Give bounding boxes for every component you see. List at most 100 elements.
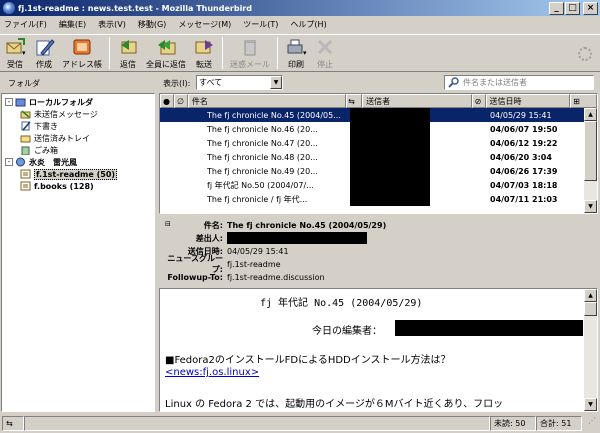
tree-item-newsgroup-1st-readme[interactable]: f.1st-readme (50) <box>2 168 154 180</box>
throbber-icon <box>578 47 592 61</box>
minimize-button[interactable]: _ <box>549 1 564 15</box>
redacted-from[interactable] <box>227 232 367 244</box>
tree-item-unsent[interactable]: 未送信メッセージ <box>2 108 154 120</box>
sender-column-header[interactable]: 送信者 <box>362 94 472 108</box>
svg-text:▾: ▾ <box>303 49 307 57</box>
total-count: 合計: 51 <box>536 415 582 431</box>
stop-icon <box>314 37 336 57</box>
scroll-up-icon[interactable]: ▲ <box>584 289 597 302</box>
thread-pane: ● ∅ 件名 ⇆ 送信者 ⊘ 送信日時 ⊞ The fj chronicle N… <box>159 93 598 214</box>
body-link[interactable]: <news:fj.os.linux> <box>165 367 259 378</box>
thread-scrollbar[interactable]: ▲ ▼ <box>584 108 597 213</box>
tree-item-drafts[interactable]: 下書き <box>2 120 154 132</box>
tree-item-news-server[interactable]: - 氷炎 雷光風 <box>2 156 154 168</box>
message-body: fj 年代記 No.45 (2004/05/29) 今日の編集者： ■Fedor… <box>159 288 598 412</box>
thread-column-toggle[interactable]: ● <box>160 94 174 108</box>
menu-bar: ファイル(F) 編集(E) 表示(V) 移動(G) メッセージ(M) ツール(T… <box>0 16 600 33</box>
scroll-thumb[interactable] <box>584 121 597 181</box>
chevron-down-icon[interactable]: ▼ <box>270 76 282 89</box>
read-column-icon[interactable]: ⇆ <box>346 94 363 108</box>
body-text: Linux の Fedora 2 では、起動用のイメージが６Mバイト近くあり、フ… <box>165 399 504 410</box>
get-mail-button[interactable]: ▾ 受信 <box>4 35 26 71</box>
close-button[interactable]: × <box>583 1 598 15</box>
junk-icon <box>239 37 261 57</box>
collapse-icon[interactable]: - <box>5 158 13 166</box>
tree-item-newsgroup-books[interactable]: f.books (128) <box>2 180 154 192</box>
redacted-sender <box>350 150 430 164</box>
address-book-button[interactable]: アドレス帳 <box>62 35 102 71</box>
attachment-column-icon[interactable]: ∅ <box>173 94 188 108</box>
body-scrollbar[interactable]: ▲ ▼ <box>584 289 597 411</box>
print-button[interactable]: ▾ 印刷 <box>285 35 307 71</box>
online-status-icon[interactable]: ⇆ <box>2 415 24 431</box>
header-toggle-icon[interactable]: ⊟ <box>165 220 171 228</box>
reply-button[interactable]: 返信 <box>117 35 139 71</box>
body-heading: ■Fedora2のインストールFDによるHDDインストール方法は？ <box>165 355 451 366</box>
redacted-sender <box>350 178 430 192</box>
message-header: ⊟ 件名: The fj chronicle No.45 (2004/05/29… <box>159 218 598 286</box>
header-newsgroups[interactable]: fj.1st-readme <box>227 260 281 269</box>
redacted-editor <box>395 320 583 336</box>
collapse-icon[interactable]: - <box>5 98 13 106</box>
thread-row[interactable]: The fj chronicle / fj 年代... 04/07/11 21:… <box>160 192 597 206</box>
menu-file[interactable]: ファイル(F) <box>4 19 47 30</box>
unread-count: 未読: 50 <box>490 415 536 431</box>
stop-button[interactable]: 停止 <box>314 35 336 71</box>
maximize-button[interactable]: □ <box>565 1 580 15</box>
thread-row[interactable]: The fj chronicle No.46 (20... 04/06/07 1… <box>160 122 597 136</box>
body-editor-label: 今日の編集者： <box>312 326 382 337</box>
scroll-down-icon[interactable]: ▼ <box>584 398 597 411</box>
title-bar: fj.1st-readme : news.test.test - Mozilla… <box>0 0 600 16</box>
tree-item-trash[interactable]: ごみ箱 <box>2 144 154 156</box>
main-toolbar: ▾ 受信 作成 アドレス帳 返信 全員に返信 転送 迷惑メール ▾ 印刷 停止 <box>0 34 600 72</box>
forward-icon <box>193 37 215 57</box>
unsent-folder-icon <box>20 109 31 119</box>
column-picker-icon[interactable]: ⊞ <box>570 94 597 108</box>
tree-item-sent[interactable]: 送信済みトレイ <box>2 132 154 144</box>
body-title: fj 年代記 No.45 (2004/05/29) <box>260 298 423 309</box>
menu-message[interactable]: メッセージ(M) <box>178 19 231 30</box>
forward-button[interactable]: 転送 <box>193 35 215 71</box>
menu-view[interactable]: 表示(V) <box>98 19 126 30</box>
scroll-down-icon[interactable]: ▼ <box>584 200 597 213</box>
menu-go[interactable]: 移動(G) <box>138 19 166 30</box>
subject-column-header[interactable]: 件名 <box>187 94 347 108</box>
thread-row[interactable]: The fj chronicle No.48 (20... 04/06/20 3… <box>160 150 597 164</box>
search-icon <box>448 77 460 90</box>
thread-row[interactable]: fj 年代記 No.50 (2004/07/... 04/07/03 18:18 <box>160 178 597 192</box>
trash-folder-icon <box>20 145 31 156</box>
thread-row[interactable]: The fj chronicle No.47 (20... 04/06/12 1… <box>160 136 597 150</box>
scroll-up-icon[interactable]: ▲ <box>584 108 597 121</box>
header-followup-row: Followup-To: fj.1st-readme.discussion <box>167 272 325 282</box>
print-icon: ▾ <box>285 37 307 57</box>
tree-item-local-folders[interactable]: - ローカルフォルダ <box>2 96 154 108</box>
view-select[interactable]: すべて ▼ <box>196 75 283 90</box>
menu-tools[interactable]: ツール(T) <box>243 19 278 30</box>
date-column-header[interactable]: 送信日時 <box>485 94 571 108</box>
compose-button[interactable]: 作成 <box>33 35 55 71</box>
scroll-thumb[interactable] <box>584 302 597 316</box>
redacted-sender <box>350 164 430 178</box>
redacted-sender <box>350 192 430 206</box>
search-input[interactable]: 件名または送信者 <box>444 75 594 90</box>
status-text <box>24 415 490 431</box>
toolbar-separator <box>109 37 110 69</box>
view-label: 表示(I): <box>163 79 191 88</box>
pane-header-bar: フォルダ 表示(I): すべて ▼ 件名または送信者 <box>0 73 600 93</box>
menu-edit[interactable]: 編集(E) <box>59 19 86 30</box>
reply-all-button[interactable]: 全員に返信 <box>146 35 186 71</box>
junk-button[interactable]: 迷惑メール <box>230 35 270 71</box>
drafts-folder-icon <box>20 121 31 131</box>
thunderbird-icon <box>3 2 15 14</box>
compose-icon <box>33 37 55 57</box>
thread-row[interactable]: The fj chronicle No.49 (20... 04/06/26 1… <box>160 164 597 178</box>
resize-grip-icon[interactable]: ⋰ <box>582 416 596 431</box>
header-newsgroups-row: ニュースグループ: fj.1st-readme <box>167 254 281 274</box>
reply-all-icon <box>155 37 177 57</box>
menu-help[interactable]: ヘルプ(H) <box>290 19 326 30</box>
header-followup[interactable]: fj.1st-readme.discussion <box>227 273 325 282</box>
thread-row[interactable]: The fj chronicle No.45 (2004/05... 04/05… <box>160 108 597 122</box>
toolbar-separator <box>277 37 278 69</box>
header-subject: The fj chronicle No.45 (2004/05/29) <box>227 220 387 230</box>
junk-column-icon[interactable]: ⊘ <box>471 94 486 108</box>
